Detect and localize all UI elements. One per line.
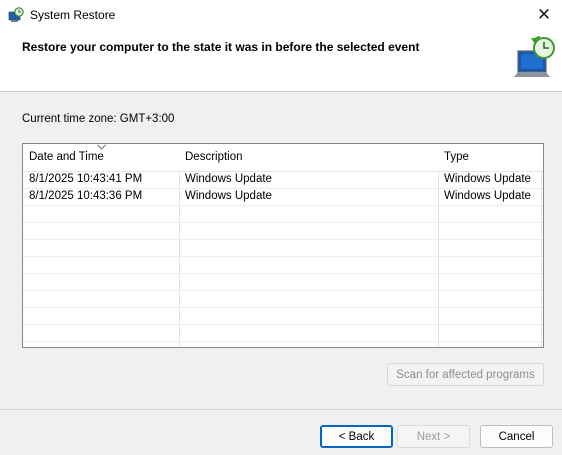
empty-row [23,256,543,274]
restore-points-list[interactable]: Date and Time Description Type 8/1/2025 … [22,143,544,348]
column-header-description[interactable]: Description [185,151,243,163]
empty-row [23,205,543,223]
column-header-date[interactable]: Date and Time [29,151,104,163]
window-title: System Restore [30,8,116,22]
header-instruction: Restore your computer to the state it wa… [22,40,420,54]
row-date: 8/1/2025 10:43:41 PM [29,173,143,185]
empty-row [23,307,543,325]
footer-divider [0,409,562,410]
list-header: Date and Time Description Type [23,144,543,172]
wizard-header: Restore your computer to the state it wa… [0,30,562,92]
empty-row [23,290,543,308]
scan-affected-programs-button[interactable]: Scan for affected programs [387,363,544,386]
restore-monitor-clock-icon [514,35,555,77]
cancel-button[interactable]: Cancel [480,425,553,448]
time-zone-label: Current time zone: GMT+3:00 [22,113,175,125]
back-button[interactable]: < Back [320,425,393,448]
empty-row [23,239,543,257]
sort-descending-icon [97,144,106,150]
row-date: 8/1/2025 10:43:36 PM [29,190,143,202]
table-row[interactable]: 8/1/2025 10:43:41 PM Windows Update Wind… [23,171,543,189]
system-restore-icon [8,7,24,22]
empty-row [23,324,543,342]
column-header-type[interactable]: Type [444,151,469,163]
empty-row [23,222,543,240]
next-button[interactable]: Next > [397,425,470,448]
close-icon: ✕ [536,5,552,24]
empty-row [23,273,543,291]
title-bar: System Restore ✕ [0,0,562,30]
close-button[interactable]: ✕ [526,0,562,30]
table-row[interactable]: 8/1/2025 10:43:36 PM Windows Update Wind… [23,188,543,206]
row-type: Windows Update [444,173,531,185]
row-description: Windows Update [185,190,272,202]
row-type: Windows Update [444,190,531,202]
row-description: Windows Update [185,173,272,185]
